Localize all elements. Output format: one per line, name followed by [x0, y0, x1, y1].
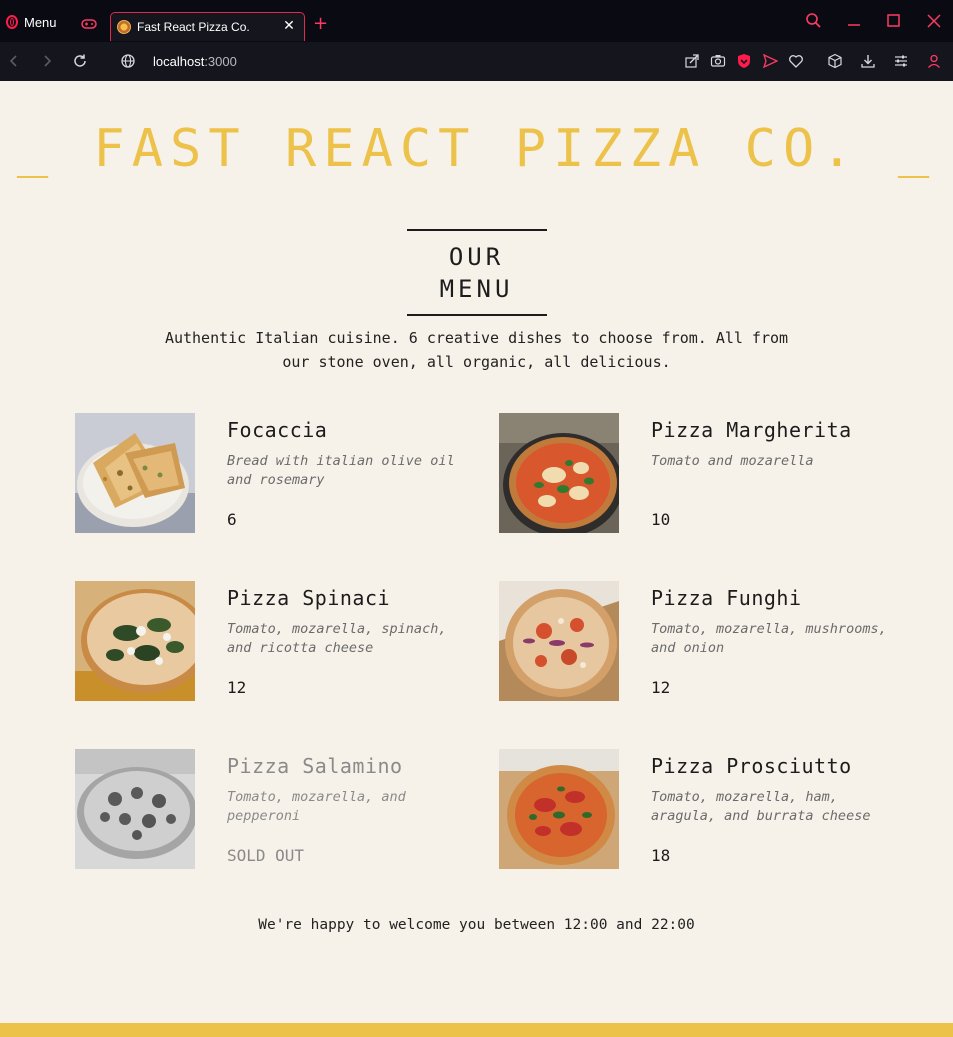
- menu-item-ingredients: Tomato, mozarella, spinach, and ricotta …: [227, 621, 447, 656]
- url-port: :3000: [204, 54, 237, 69]
- send-icon[interactable]: [762, 53, 778, 69]
- menu-item-pizza-margherita: Pizza Margherita Tomato and mozarella 10: [499, 413, 899, 533]
- pizza-funghi-photo: [499, 581, 619, 701]
- menu-item-name: Pizza Funghi: [651, 586, 802, 610]
- menu-item-ingredients: Tomato, mozarella, mushrooms, and onion: [651, 621, 887, 656]
- download-icon[interactable]: [860, 53, 876, 69]
- menu-item-name: Pizza Salamino: [227, 754, 403, 778]
- url-host: localhost: [153, 54, 205, 69]
- extensions-cube-icon[interactable]: [827, 53, 843, 69]
- menu-item-ingredients: Tomato, mozarella, and pepperoni: [227, 789, 406, 824]
- minimize-window-icon[interactable]: [843, 10, 865, 32]
- menu-item-pizza-funghi: Pizza Funghi Tomato, mozarella, mushroom…: [499, 581, 899, 701]
- page-content: _ FAST REACT PIZZA CO. _ OUR MENU Authen…: [0, 81, 953, 1037]
- menu-item-name: Pizza Spinaci: [227, 586, 391, 610]
- pizza-prosciutto-photo: [499, 749, 619, 869]
- pizza-margherita-photo: [499, 413, 619, 533]
- opera-logo-icon: [6, 15, 18, 29]
- opera-menu-label: Menu: [24, 14, 57, 30]
- menu-item-price: 18: [651, 846, 671, 865]
- tab-fast-react-pizza[interactable]: Fast React Pizza Co. ✕: [110, 12, 305, 41]
- pizza-spinaci-photo: [75, 581, 195, 701]
- camera-icon[interactable]: [710, 53, 726, 69]
- menu-item-focaccia: Focaccia Bread with italian olive oil an…: [75, 413, 475, 533]
- menu-item-ingredients: Bread with italian olive oil and rosemar…: [227, 453, 455, 488]
- opening-hours-text: We're happy to welcome you between 12:00…: [258, 917, 695, 933]
- menu-heading: OUR MENU: [406, 229, 547, 316]
- menu-intro-text: Authentic Italian cuisine. 6 creative di…: [164, 329, 789, 371]
- globe-icon[interactable]: [120, 53, 136, 69]
- maximize-window-icon[interactable]: [883, 10, 905, 32]
- menu-item-price: 12: [651, 678, 671, 697]
- opera-menu-button[interactable]: Menu: [6, 12, 57, 32]
- menu-item-price: 6: [227, 510, 237, 529]
- new-tab-button[interactable]: +: [313, 14, 328, 34]
- menu-item-pizza-prosciutto: Pizza Prosciutto Tomato, mozarella, ham,…: [499, 749, 899, 869]
- address-bar: localhost:3000: [0, 42, 953, 81]
- menu-item-ingredients: Tomato, mozarella, ham, aragula, and bur…: [651, 789, 871, 824]
- close-window-icon[interactable]: [923, 10, 945, 32]
- menu-item-ingredients: Tomato and mozarella: [651, 453, 814, 469]
- tab-title: Fast React Pizza Co.: [137, 20, 250, 34]
- brand-title: _ FAST REACT PIZZA CO. _: [16, 119, 937, 179]
- menu-item-pizza-salamino: Pizza Salamino Tomato, mozarella, and pe…: [75, 749, 475, 869]
- menu-heading-wrap: OUR MENU: [0, 229, 953, 316]
- share-icon[interactable]: [684, 53, 700, 69]
- sold-out-label: SOLD OUT: [227, 846, 305, 865]
- footer-bar: [0, 1023, 953, 1037]
- search-tabs-icon[interactable]: [803, 10, 825, 32]
- menu-item-price: 12: [227, 678, 247, 697]
- heart-icon[interactable]: [788, 53, 804, 69]
- menu-item-name: Pizza Prosciutto: [651, 754, 852, 778]
- adblock-shield-icon[interactable]: [736, 53, 752, 69]
- url-field[interactable]: localhost:3000: [153, 54, 237, 69]
- forward-arrow-icon[interactable]: [39, 53, 55, 69]
- menu-item-pizza-spinaci: Pizza Spinaci Tomato, mozarella, spinach…: [75, 581, 475, 701]
- profile-icon[interactable]: [926, 53, 942, 69]
- back-arrow-icon[interactable]: [6, 53, 22, 69]
- reload-icon[interactable]: [72, 53, 88, 69]
- focaccia-photo: [75, 413, 195, 533]
- menu-item-name: Focaccia: [227, 418, 328, 442]
- easy-setup-icon[interactable]: [893, 53, 909, 69]
- gamepad-icon[interactable]: [81, 18, 97, 30]
- pizza-salamino-photo: [75, 749, 195, 869]
- browser-tab-bar: Menu Fast React Pizza Co. ✕ +: [0, 0, 953, 42]
- pizza-favicon-icon: [117, 20, 131, 34]
- menu-item-name: Pizza Margherita: [651, 418, 852, 442]
- tab-close-icon[interactable]: ✕: [282, 19, 296, 33]
- menu-item-price: 10: [651, 510, 671, 529]
